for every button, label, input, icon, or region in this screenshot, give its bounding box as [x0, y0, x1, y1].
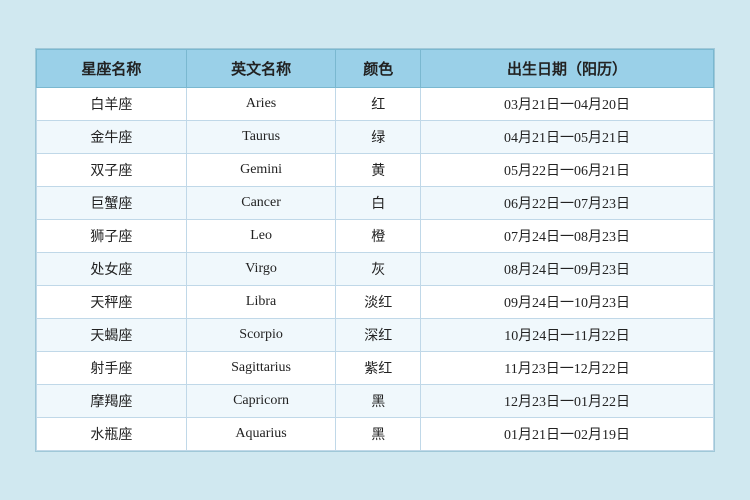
- table-cell: 08月24日一09月23日: [421, 253, 714, 286]
- table-cell: Virgo: [186, 253, 336, 286]
- table-cell: Leo: [186, 220, 336, 253]
- zodiac-table-container: 星座名称英文名称颜色出生日期（阳历） 白羊座Aries红03月21日一04月20…: [35, 48, 715, 452]
- table-row: 巨蟹座Cancer白06月22日一07月23日: [37, 187, 714, 220]
- table-cell: 射手座: [37, 352, 187, 385]
- table-cell: 12月23日一01月22日: [421, 385, 714, 418]
- table-cell: 黑: [336, 418, 421, 451]
- table-body: 白羊座Aries红03月21日一04月20日金牛座Taurus绿04月21日一0…: [37, 88, 714, 451]
- table-cell: 红: [336, 88, 421, 121]
- table-cell: Aquarius: [186, 418, 336, 451]
- table-cell: Cancer: [186, 187, 336, 220]
- table-cell: 水瓶座: [37, 418, 187, 451]
- table-cell: Gemini: [186, 154, 336, 187]
- table-header-cell: 英文名称: [186, 50, 336, 88]
- table-cell: 绿: [336, 121, 421, 154]
- table-header-cell: 颜色: [336, 50, 421, 88]
- table-cell: 黄: [336, 154, 421, 187]
- table-cell: 01月21日一02月19日: [421, 418, 714, 451]
- table-cell: 11月23日一12月22日: [421, 352, 714, 385]
- table-cell: 05月22日一06月21日: [421, 154, 714, 187]
- table-row: 水瓶座Aquarius黑01月21日一02月19日: [37, 418, 714, 451]
- table-header-cell: 星座名称: [37, 50, 187, 88]
- table-row: 射手座Sagittarius紫红11月23日一12月22日: [37, 352, 714, 385]
- table-cell: 黑: [336, 385, 421, 418]
- table-cell: 07月24日一08月23日: [421, 220, 714, 253]
- table-cell: 金牛座: [37, 121, 187, 154]
- table-row: 天秤座Libra淡红09月24日一10月23日: [37, 286, 714, 319]
- table-cell: Aries: [186, 88, 336, 121]
- table-cell: 03月21日一04月20日: [421, 88, 714, 121]
- table-row: 摩羯座Capricorn黑12月23日一01月22日: [37, 385, 714, 418]
- table-cell: 狮子座: [37, 220, 187, 253]
- table-row: 金牛座Taurus绿04月21日一05月21日: [37, 121, 714, 154]
- table-cell: 巨蟹座: [37, 187, 187, 220]
- table-cell: 白: [336, 187, 421, 220]
- table-cell: Taurus: [186, 121, 336, 154]
- table-cell: 摩羯座: [37, 385, 187, 418]
- table-cell: 天蝎座: [37, 319, 187, 352]
- table-cell: 橙: [336, 220, 421, 253]
- table-cell: Scorpio: [186, 319, 336, 352]
- table-row: 天蝎座Scorpio深红10月24日一11月22日: [37, 319, 714, 352]
- table-cell: 双子座: [37, 154, 187, 187]
- table-cell: 10月24日一11月22日: [421, 319, 714, 352]
- table-cell: 04月21日一05月21日: [421, 121, 714, 154]
- table-cell: 06月22日一07月23日: [421, 187, 714, 220]
- table-cell: Capricorn: [186, 385, 336, 418]
- table-cell: Libra: [186, 286, 336, 319]
- table-cell: 白羊座: [37, 88, 187, 121]
- table-cell: 灰: [336, 253, 421, 286]
- table-row: 狮子座Leo橙07月24日一08月23日: [37, 220, 714, 253]
- table-cell: Sagittarius: [186, 352, 336, 385]
- table-cell: 天秤座: [37, 286, 187, 319]
- table-cell: 淡红: [336, 286, 421, 319]
- table-cell: 紫红: [336, 352, 421, 385]
- table-cell: 深红: [336, 319, 421, 352]
- zodiac-table: 星座名称英文名称颜色出生日期（阳历） 白羊座Aries红03月21日一04月20…: [36, 49, 714, 451]
- table-header-row: 星座名称英文名称颜色出生日期（阳历）: [37, 50, 714, 88]
- table-header-cell: 出生日期（阳历）: [421, 50, 714, 88]
- table-cell: 处女座: [37, 253, 187, 286]
- table-row: 白羊座Aries红03月21日一04月20日: [37, 88, 714, 121]
- table-row: 双子座Gemini黄05月22日一06月21日: [37, 154, 714, 187]
- table-cell: 09月24日一10月23日: [421, 286, 714, 319]
- table-row: 处女座Virgo灰08月24日一09月23日: [37, 253, 714, 286]
